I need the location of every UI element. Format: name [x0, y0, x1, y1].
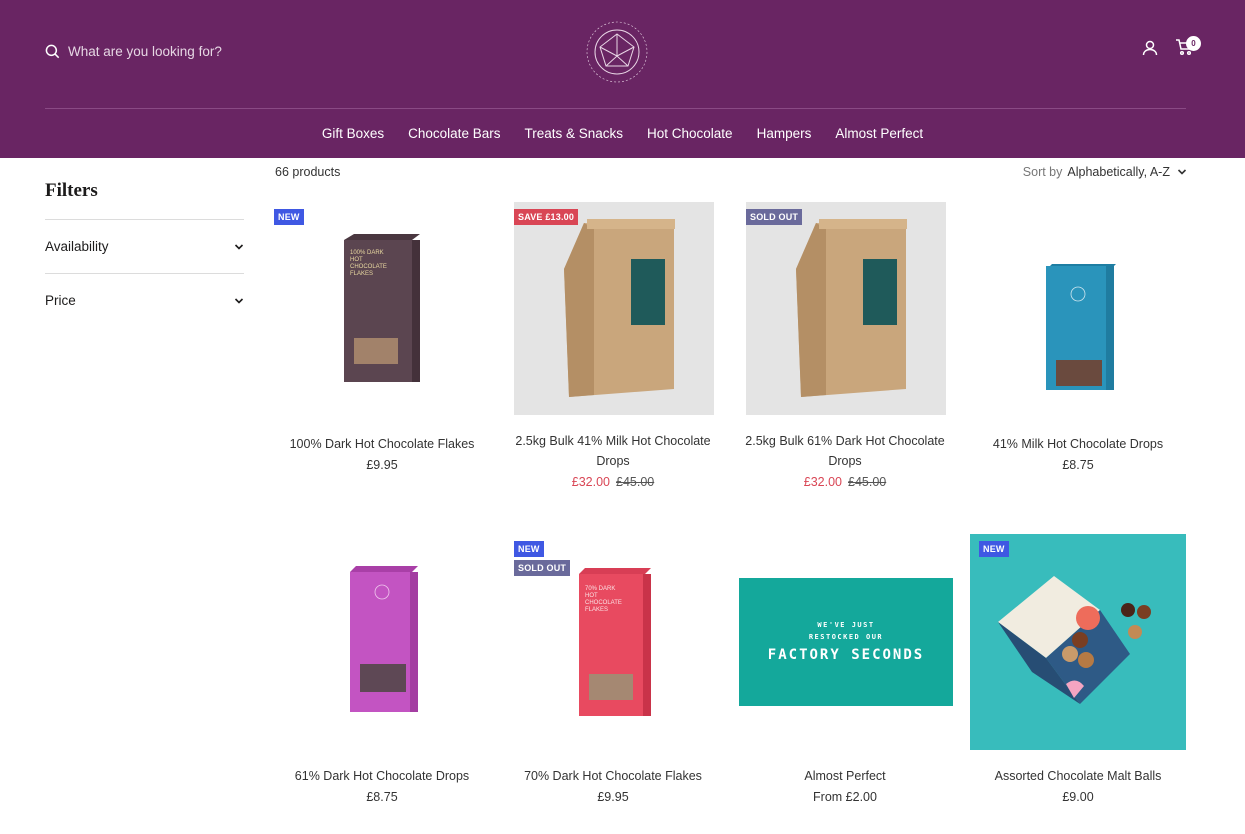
svg-text:70% DARK: 70% DARK: [585, 586, 615, 592]
svg-text:CHOCOLATE: CHOCOLATE: [350, 264, 387, 270]
search-input[interactable]: What are you looking for?: [68, 44, 222, 59]
product-price: £9.95: [366, 458, 398, 472]
site-header: What are you looking for? 0 Gift Boxes C…: [0, 0, 1245, 158]
search-bar[interactable]: What are you looking for?: [45, 41, 222, 61]
product-title[interactable]: 2.5kg Bulk 61% Dark Hot Chocolate Drops: [737, 431, 953, 471]
product-card[interactable]: 61% Dark Hot Chocolate Drops £8.75: [274, 534, 490, 804]
new-badge: NEW: [979, 541, 1009, 557]
factory-seconds-banner: WE'VE JUST RESTOCKED OUR FACTORY SECONDS: [739, 578, 953, 706]
product-price: £32.00 £45.00: [737, 475, 953, 489]
chevron-down-icon: [234, 297, 244, 304]
svg-text:100% DARK: 100% DARK: [350, 250, 384, 256]
sale-price: £32.00: [803, 475, 842, 489]
filter-price[interactable]: Price: [45, 273, 244, 327]
svg-text:FLAKES: FLAKES: [350, 271, 373, 277]
filter-label: Price: [45, 293, 76, 308]
filter-label: Availability: [45, 239, 109, 254]
product-title[interactable]: Assorted Chocolate Malt Balls: [970, 766, 1186, 786]
product-price: £8.75: [1062, 458, 1094, 472]
product-card[interactable]: NEW 100% DARK HOT CHOCOLATE FLAKES 100% …: [274, 202, 490, 472]
cart-count-badge: 0: [1186, 36, 1201, 51]
filter-availability[interactable]: Availability: [45, 219, 244, 273]
product-card[interactable]: NEW Assorted Chocolate Malt Balls £9.00: [970, 534, 1186, 804]
sort-value: Alphabetically, A-Z: [1067, 165, 1170, 179]
sale-price: £32.00: [571, 475, 610, 489]
product-box-image: 100% DARK HOT CHOCOLATE FLAKES: [344, 234, 420, 382]
product-title[interactable]: 41% Milk Hot Chocolate Drops: [970, 434, 1186, 454]
product-count: 66 products: [275, 165, 341, 179]
product-box-image: [998, 576, 1151, 704]
nav-chocolate-bars[interactable]: Chocolate Bars: [408, 126, 500, 141]
svg-text:FLAKES: FLAKES: [585, 607, 608, 613]
banner-line: RESTOCKED OUR: [808, 633, 884, 641]
product-bag-image: [564, 218, 675, 397]
product-card[interactable]: SOLD OUT 2.5kg Bulk 61% Dark Hot Chocola…: [737, 202, 953, 489]
product-image[interactable]: NEW SOLD OUT 70% DARK HOT CHOCOLATE FLAK…: [505, 534, 721, 750]
product-title[interactable]: 61% Dark Hot Chocolate Drops: [274, 766, 490, 786]
product-image[interactable]: [970, 202, 1186, 418]
search-icon: [45, 44, 60, 58]
product-price: £32.00 £45.00: [505, 475, 721, 489]
product-box-image: [350, 566, 418, 712]
nav-hot-chocolate[interactable]: Hot Chocolate: [647, 126, 733, 141]
product-price: £8.75: [366, 790, 398, 804]
sale-badge: SAVE £13.00: [514, 209, 579, 225]
product-image[interactable]: SAVE £13.00: [514, 202, 714, 415]
cart-button[interactable]: 0: [1175, 36, 1201, 58]
product-price: £9.00: [1062, 790, 1094, 804]
product-image[interactable]: NEW 100% DARK HOT CHOCOLATE FLAKES: [274, 202, 490, 418]
new-badge: NEW: [514, 541, 544, 557]
filters-title: Filters: [45, 180, 98, 201]
product-price: From £2.00: [813, 790, 877, 804]
product-title[interactable]: 100% Dark Hot Chocolate Flakes: [274, 434, 490, 454]
nav-almost-perfect[interactable]: Almost Perfect: [835, 126, 923, 141]
product-card[interactable]: WE'VE JUST RESTOCKED OUR FACTORY SECONDS…: [737, 534, 953, 804]
nav-hampers[interactable]: Hampers: [757, 126, 812, 141]
svg-text:CHOCOLATE: CHOCOLATE: [585, 600, 622, 606]
sold-out-badge: SOLD OUT: [746, 209, 803, 225]
new-badge: NEW: [274, 209, 304, 225]
product-card[interactable]: NEW SOLD OUT 70% DARK HOT CHOCOLATE FLAK…: [505, 534, 721, 804]
chevron-down-icon: [234, 243, 244, 250]
product-image[interactable]: WE'VE JUST RESTOCKED OUR FACTORY SECONDS: [737, 534, 953, 750]
nav-treats-snacks[interactable]: Treats & Snacks: [524, 126, 623, 141]
sort-dropdown[interactable]: Sort by Alphabetically, A-Z: [1023, 165, 1187, 179]
product-box-image: 70% DARK HOT CHOCOLATE FLAKES: [579, 568, 651, 716]
banner-headline: FACTORY SECONDS: [767, 647, 925, 663]
banner-line: WE'VE JUST: [817, 621, 875, 629]
compare-price: £45.00: [848, 475, 887, 489]
account-icon[interactable]: [1141, 39, 1159, 57]
nav-gift-boxes[interactable]: Gift Boxes: [322, 126, 384, 141]
logo[interactable]: [576, 16, 658, 88]
product-image[interactable]: [274, 534, 490, 750]
product-title[interactable]: 2.5kg Bulk 41% Milk Hot Chocolate Drops: [505, 431, 721, 471]
main-nav: Gift Boxes Chocolate Bars Treats & Snack…: [0, 108, 1245, 158]
product-title[interactable]: Almost Perfect: [737, 766, 953, 786]
product-image[interactable]: NEW: [970, 534, 1186, 750]
product-image[interactable]: SOLD OUT: [746, 202, 946, 415]
chevron-down-icon: [1177, 169, 1187, 175]
product-card[interactable]: 41% Milk Hot Chocolate Drops £8.75: [970, 202, 1186, 472]
sold-out-badge: SOLD OUT: [514, 560, 571, 576]
compare-price: £45.00: [616, 475, 655, 489]
product-price: £9.95: [597, 790, 629, 804]
product-card[interactable]: SAVE £13.00 2.5kg Bulk 41% Milk Hot Choc…: [505, 202, 721, 489]
product-title[interactable]: 70% Dark Hot Chocolate Flakes: [505, 766, 721, 786]
svg-text:HOT: HOT: [585, 593, 598, 599]
product-bag-image: [796, 218, 907, 397]
sort-label: Sort by: [1022, 165, 1063, 179]
product-box-image: [1046, 264, 1116, 390]
svg-text:HOT: HOT: [350, 257, 363, 263]
